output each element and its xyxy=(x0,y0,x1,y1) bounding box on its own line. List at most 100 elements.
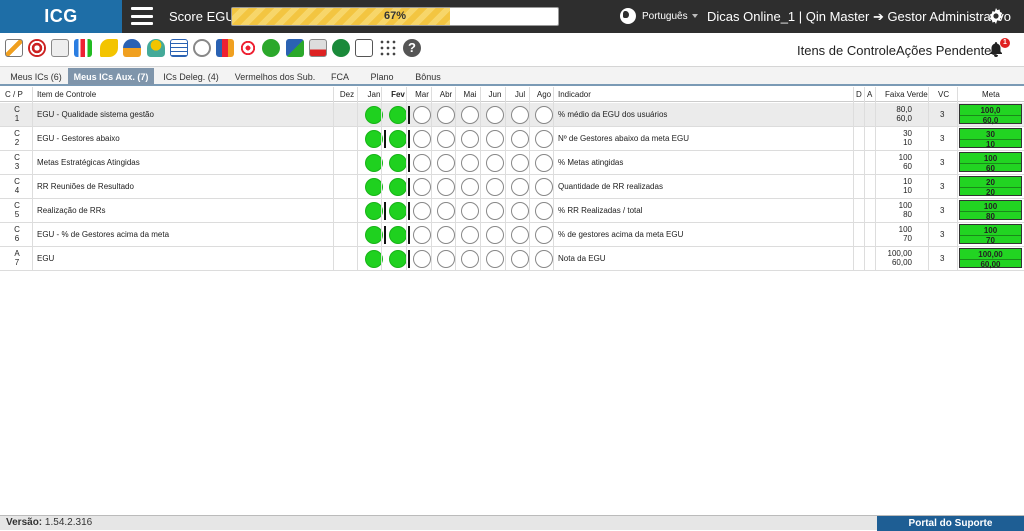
header-faixa-verde[interactable]: Faixa Verde xyxy=(885,87,928,102)
link-icon[interactable] xyxy=(100,39,118,57)
tab-meus-ics[interactable]: Meus ICs (6) xyxy=(4,69,68,85)
header-cp[interactable]: C / P xyxy=(5,87,23,102)
clipboard-icon[interactable] xyxy=(51,39,69,57)
award-icon[interactable] xyxy=(147,39,165,57)
tab-plano[interactable]: Plano xyxy=(362,69,402,85)
month-status-fev[interactable] xyxy=(389,154,407,172)
tab-bonus[interactable]: Bônus xyxy=(408,69,448,85)
month-status-abr[interactable] xyxy=(437,250,455,268)
month-status-fev[interactable] xyxy=(389,202,407,220)
meta-box[interactable]: 30 10 xyxy=(959,128,1022,149)
table-row[interactable]: C 3 Metas Estratégicas Atingidas% Metas at… xyxy=(0,151,1024,175)
header-vc[interactable]: VC xyxy=(938,87,949,102)
stopwatch-icon[interactable] xyxy=(193,39,211,57)
gear-icon[interactable] xyxy=(988,8,1004,24)
month-status-jul[interactable] xyxy=(511,130,529,148)
month-status-jul[interactable] xyxy=(511,226,529,244)
header-meta[interactable]: Meta xyxy=(982,87,1000,102)
check-circle-icon[interactable] xyxy=(262,39,280,57)
puzzle-icon[interactable] xyxy=(286,39,304,57)
month-status-fev[interactable] xyxy=(389,130,407,148)
users-icon[interactable] xyxy=(123,39,141,57)
month-status-jun[interactable] xyxy=(486,226,504,244)
item-controle-name[interactable]: Realização de RRs xyxy=(37,206,105,215)
month-status-jun[interactable] xyxy=(486,154,504,172)
target-icon[interactable] xyxy=(28,39,46,57)
month-status-fev[interactable] xyxy=(389,178,407,196)
portal-suporte-button[interactable]: Portal do Suporte xyxy=(877,516,1024,531)
table-row[interactable]: C 2 EGU - Gestores abaixo Nº de Gestores ab… xyxy=(0,127,1024,151)
table-row[interactable]: C 5 Realização de RRs % RR Realizadas / tot… xyxy=(0,199,1024,223)
meta-box[interactable]: 100,0 60,0 xyxy=(959,104,1022,125)
month-status-mai[interactable] xyxy=(461,250,479,268)
month-status-ago[interactable] xyxy=(535,226,553,244)
help-icon[interactable]: ? xyxy=(403,39,421,57)
meta-box[interactable]: 100 70 xyxy=(959,224,1022,245)
presentation-icon[interactable] xyxy=(355,39,373,57)
meta-box[interactable]: 100 80 xyxy=(959,200,1022,221)
tab-ics-deleg[interactable]: ICs Deleg. (4) xyxy=(157,69,225,85)
language-selector[interactable]: Português xyxy=(642,11,688,22)
item-controle-name[interactable]: EGU - Qualidade sistema gestão xyxy=(37,110,154,119)
app-logo[interactable]: ICG xyxy=(0,0,122,33)
month-status-ago[interactable] xyxy=(535,106,553,124)
month-status-mai[interactable] xyxy=(461,154,479,172)
meta-box[interactable]: 20 20 xyxy=(959,176,1022,197)
month-status-fev[interactable] xyxy=(389,250,407,268)
crosshair-icon[interactable] xyxy=(239,39,257,57)
pdf-report-icon[interactable] xyxy=(309,39,327,57)
month-status-ago[interactable] xyxy=(535,130,553,148)
month-status-mar[interactable] xyxy=(413,130,431,148)
edit-icon[interactable] xyxy=(5,39,23,57)
header-month-mar[interactable]: Mar xyxy=(411,87,433,102)
menu-icon[interactable] xyxy=(131,7,153,25)
meta-box[interactable]: 100,00 60,00 xyxy=(959,248,1022,269)
header-month-abr[interactable]: Abr xyxy=(435,87,457,102)
month-status-ago[interactable] xyxy=(535,250,553,268)
header-a[interactable]: A xyxy=(867,87,872,102)
month-status-abr[interactable] xyxy=(437,178,455,196)
item-controle-name[interactable]: Metas Estratégicas Atingidas xyxy=(37,158,140,167)
month-status-jun[interactable] xyxy=(486,130,504,148)
chevron-down-icon[interactable] xyxy=(692,14,698,18)
header-month-mai[interactable]: Mai xyxy=(459,87,481,102)
month-status-mai[interactable] xyxy=(461,130,479,148)
table-row[interactable]: C 1 EGU - Qualidade sistema gestão % médio … xyxy=(0,103,1024,127)
meta-box[interactable]: 100 60 xyxy=(959,152,1022,173)
month-status-jul[interactable] xyxy=(511,202,529,220)
month-status-mai[interactable] xyxy=(461,178,479,196)
header-d[interactable]: D xyxy=(856,87,862,102)
month-status-mar[interactable] xyxy=(413,226,431,244)
month-status-abr[interactable] xyxy=(437,130,455,148)
month-status-mar[interactable] xyxy=(413,106,431,124)
tab-meus-ics-aux[interactable]: Meus ICs Aux. (7) xyxy=(68,68,154,85)
grid-icon[interactable] xyxy=(379,39,397,57)
month-status-ago[interactable] xyxy=(535,178,553,196)
table-row[interactable]: A 7 EGU Nota da EGU 100,00 60,00 3 100,00 60,00 xyxy=(0,247,1024,271)
month-status-abr[interactable] xyxy=(437,202,455,220)
month-status-jul[interactable] xyxy=(511,178,529,196)
month-status-abr[interactable] xyxy=(437,154,455,172)
month-status-jul[interactable] xyxy=(511,106,529,124)
acoes-pendentes-link[interactable]: Ações Pendentes xyxy=(896,43,998,58)
bar-chart-icon[interactable] xyxy=(74,39,92,57)
org-chart-icon[interactable] xyxy=(216,39,234,57)
month-status-abr[interactable] xyxy=(437,226,455,244)
item-controle-name[interactable]: EGU xyxy=(37,254,54,263)
month-status-jun[interactable] xyxy=(486,106,504,124)
month-status-mar[interactable] xyxy=(413,178,431,196)
month-status-mar[interactable] xyxy=(413,154,431,172)
month-status-mar[interactable] xyxy=(413,202,431,220)
item-controle-name[interactable]: EGU - % de Gestores acima da meta xyxy=(37,230,169,239)
month-status-ago[interactable] xyxy=(535,202,553,220)
user-context[interactable]: Dicas Online_1 | Qin Master ➔ Gestor Adm… xyxy=(707,9,1011,25)
item-controle-name[interactable]: RR Reuniões de Resultado xyxy=(37,182,134,191)
itens-controle-link[interactable]: Itens de Controle xyxy=(797,43,896,58)
month-status-jun[interactable] xyxy=(486,178,504,196)
globe-icon[interactable] xyxy=(620,8,636,24)
month-status-jul[interactable] xyxy=(511,250,529,268)
tab-vermelhos-sub[interactable]: Vermelhos dos Sub. xyxy=(230,69,320,85)
calendar-icon[interactable] xyxy=(170,39,188,57)
header-month-jun[interactable]: Jun xyxy=(484,87,506,102)
month-status-jun[interactable] xyxy=(486,250,504,268)
